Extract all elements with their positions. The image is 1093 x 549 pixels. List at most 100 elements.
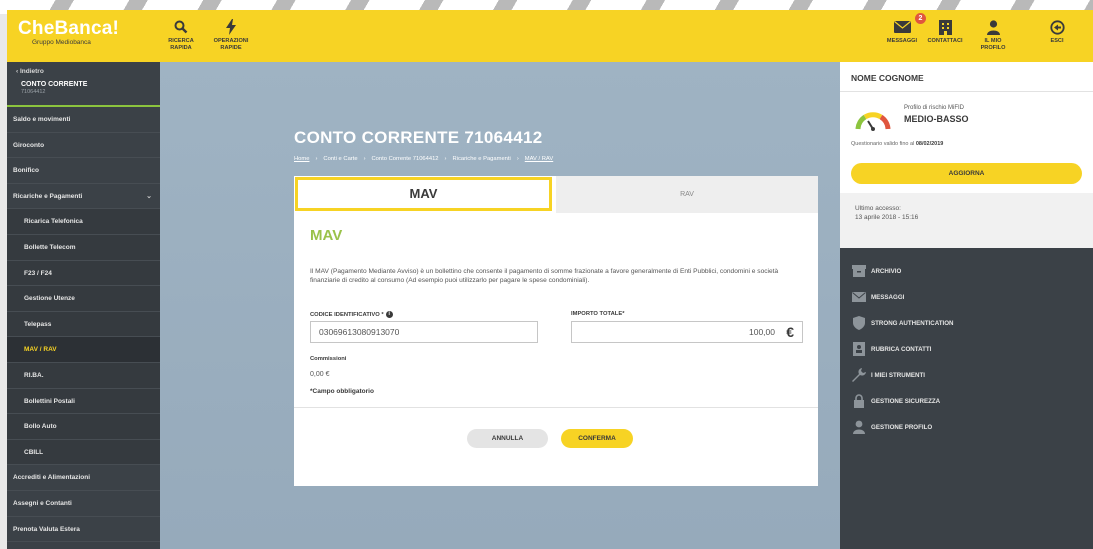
code-field-label: CODICE IDENTIFICATIVO * i	[310, 311, 393, 318]
chevron-down-icon: ⌄	[146, 192, 152, 200]
risk-gauge-icon	[855, 112, 891, 131]
menu-archivio[interactable]: ARCHIVIO	[840, 259, 1093, 285]
quick-operations-label: OPERAZIONI RAPIDE	[213, 38, 249, 51]
sidebar-item-label: Bollette Telecom	[24, 243, 76, 251]
brand-name: CheBanca!	[18, 18, 120, 39]
questionnaire-validity: Questionario valido fino al 08/02/2019	[851, 141, 943, 147]
breadcrumb-home[interactable]: Home	[294, 156, 309, 162]
sidebar-item-bonifico[interactable]: Bonifico	[7, 158, 160, 184]
sidebar-item-prenota-valuta[interactable]: Prenota Valuta Estera	[7, 517, 160, 543]
sidebar-item-label: Gestione Utenze	[24, 295, 75, 303]
sidebar-item-giroconto[interactable]: Giroconto	[7, 133, 160, 159]
menu-rubrica[interactable]: RUBRICA CONTATTI	[840, 337, 1093, 363]
breadcrumb-current: MAV / RAV	[524, 156, 554, 162]
last-access-label: Ultimo accesso:	[855, 205, 901, 212]
sidebar-item-cbill[interactable]: CBILL	[7, 439, 160, 466]
menu-strumenti[interactable]: I MIEI STRUMENTI	[840, 363, 1093, 389]
sidebar-item-label: Ricariche e Pagamenti	[13, 192, 83, 200]
sidebar-section-title: CONTO CORRENTE	[21, 81, 88, 88]
sidebar-item-label: RI.BA.	[24, 371, 44, 379]
sidebar-item-label: Prenota Valuta Estera	[13, 525, 80, 533]
menu-label: MESSAGGI	[871, 294, 905, 301]
code-input[interactable]: 03069613080913070	[310, 321, 538, 343]
sidebar-item-telepass[interactable]: Telepass	[7, 311, 160, 338]
menu-label: STRONG AUTHENTICATION	[871, 320, 954, 327]
breadcrumb-separator: ›	[363, 156, 366, 162]
building-icon	[924, 16, 966, 38]
confirm-button[interactable]: CONFERMA	[561, 429, 633, 448]
sidebar-item-assegni-contanti[interactable]: Assegni e Contanti	[7, 491, 160, 517]
archive-icon	[851, 263, 867, 279]
search-icon	[163, 16, 199, 38]
amount-input[interactable]: 100,00 €	[571, 321, 803, 343]
risk-profile-value: MEDIO-BASSO	[904, 114, 969, 124]
cancel-button[interactable]: ANNULLA	[467, 429, 548, 448]
sidebar-item-label: F23 / F24	[24, 269, 52, 277]
brand-logo[interactable]: CheBanca! Gruppo Mediobanca	[18, 18, 148, 46]
logout-icon	[1043, 16, 1071, 38]
my-profile-label: IL MIO PROFILO	[980, 38, 1006, 51]
sidebar-item-gestione-utenze[interactable]: Gestione Utenze	[7, 286, 160, 312]
breadcrumb-ricariche[interactable]: Ricariche e Pagamenti	[452, 156, 510, 162]
breadcrumb-conti-carte[interactable]: Conti e Carte	[323, 156, 357, 162]
sidebar-item-label: Bollettini Postali	[24, 397, 75, 405]
sidebar-item-label: Assegni e Contanti	[13, 499, 72, 507]
sidebar-item-ricarica-telefonica[interactable]: Ricarica Telefonica	[7, 209, 160, 235]
sidebar-item-bollette-telecom[interactable]: Bollette Telecom	[7, 234, 160, 261]
questionnaire-text: Questionario valido fino al	[851, 141, 916, 147]
left-sidebar: ‹ Indietro CONTO CORRENTE 71064412 Saldo…	[7, 62, 160, 549]
form-divider	[294, 407, 818, 408]
main-content: CONTO CORRENTE 71064412 Home › Conti e Car…	[160, 62, 840, 549]
messages-label: MESSAGGI	[886, 38, 918, 44]
breadcrumb-conto-corrente[interactable]: Conto Corrente 71064412	[372, 156, 439, 162]
wrench-icon	[851, 367, 867, 383]
my-profile-button[interactable]: IL MIO PROFILO	[975, 16, 1011, 51]
quick-operations-button[interactable]: OPERAZIONI RAPIDE	[209, 16, 253, 51]
sidebar-item-bollo-auto[interactable]: Bollo Auto	[7, 414, 160, 440]
sidebar-item-label: Ricarica Telefonica	[24, 218, 83, 226]
tab-rav[interactable]: RAV	[556, 176, 818, 213]
shield-icon	[851, 315, 867, 331]
sidebar-item-f23-f24[interactable]: F23 / F24	[7, 260, 160, 287]
messages-button[interactable]: 2 MESSAGGI	[882, 13, 926, 45]
sidebar-item-bollettini-postali[interactable]: Bollettini Postali	[7, 388, 160, 415]
sidebar-item-mav-rav[interactable]: MAV / RAV	[7, 337, 160, 363]
logout-button[interactable]: ESCI	[1043, 16, 1071, 45]
back-link[interactable]: ‹ Indietro	[16, 68, 160, 75]
code-label-text: CODICE IDENTIFICATIVO *	[310, 312, 384, 319]
menu-label: ARCHIVIO	[871, 268, 902, 275]
euro-icon: €	[786, 324, 794, 340]
sidebar-item-label: Bonifico	[13, 167, 39, 175]
sidebar-item-ricariche-pagamenti[interactable]: Ricariche e Pagamenti ⌄	[7, 184, 160, 210]
profile-divider	[840, 91, 1093, 92]
tab-mav[interactable]: MAV	[295, 177, 552, 211]
contact-us-button[interactable]: CONTATTACI	[924, 16, 966, 45]
sidebar-item-accrediti[interactable]: Accrediti e Alimentazioni	[7, 465, 160, 491]
menu-label: GESTIONE SICUREZZA	[871, 398, 941, 405]
menu-label: GESTIONE PROFILO	[871, 424, 933, 431]
menu-gestione-sicurezza[interactable]: GESTIONE SICUREZZA	[840, 389, 1093, 415]
menu-strong-auth[interactable]: STRONG AUTHENTICATION	[840, 311, 1093, 337]
last-access-box: Ultimo accesso: 13 aprile 2018 - 15:16	[840, 193, 1093, 248]
top-bar: CheBanca! Gruppo Mediobanca RICERCA RAPI…	[7, 10, 1093, 62]
sidebar-item-riba[interactable]: RI.BA.	[7, 362, 160, 389]
menu-gestione-profilo[interactable]: GESTIONE PROFILO	[840, 415, 1093, 441]
sidebar-item-label: Accrediti e Alimentazioni	[13, 474, 91, 482]
menu-messaggi[interactable]: MESSAGGI	[840, 285, 1093, 311]
risk-profile-label: Profilo di rischio MiFID	[904, 105, 965, 111]
address-book-icon	[851, 341, 867, 357]
amount-field-label: IMPORTO TOTALE*	[571, 311, 625, 317]
sidebar-item-saldo-movimenti[interactable]: Saldo e movimenti	[7, 107, 160, 133]
sidebar-item-label: MAV / RAV	[24, 346, 57, 354]
brand-subtitle: Gruppo Mediobanca	[32, 39, 91, 46]
info-icon[interactable]: i	[385, 311, 393, 318]
envelope-icon	[851, 289, 867, 305]
questionnaire-date: 08/02/2019	[915, 141, 944, 147]
sidebar-item-label: Saldo e movimenti	[13, 116, 71, 123]
update-button[interactable]: AGGIORNA	[851, 163, 1082, 184]
breadcrumb: Home › Conti e Carte › Conto Corrente 710644…	[294, 156, 553, 162]
required-field-note: *Campo obbligatorio	[310, 388, 374, 395]
amount-value: 100,00	[749, 327, 775, 337]
quick-search-button[interactable]: RICERCA RAPIDA	[163, 16, 199, 51]
sidebar-header: ‹ Indietro CONTO CORRENTE 71064412	[7, 62, 160, 107]
